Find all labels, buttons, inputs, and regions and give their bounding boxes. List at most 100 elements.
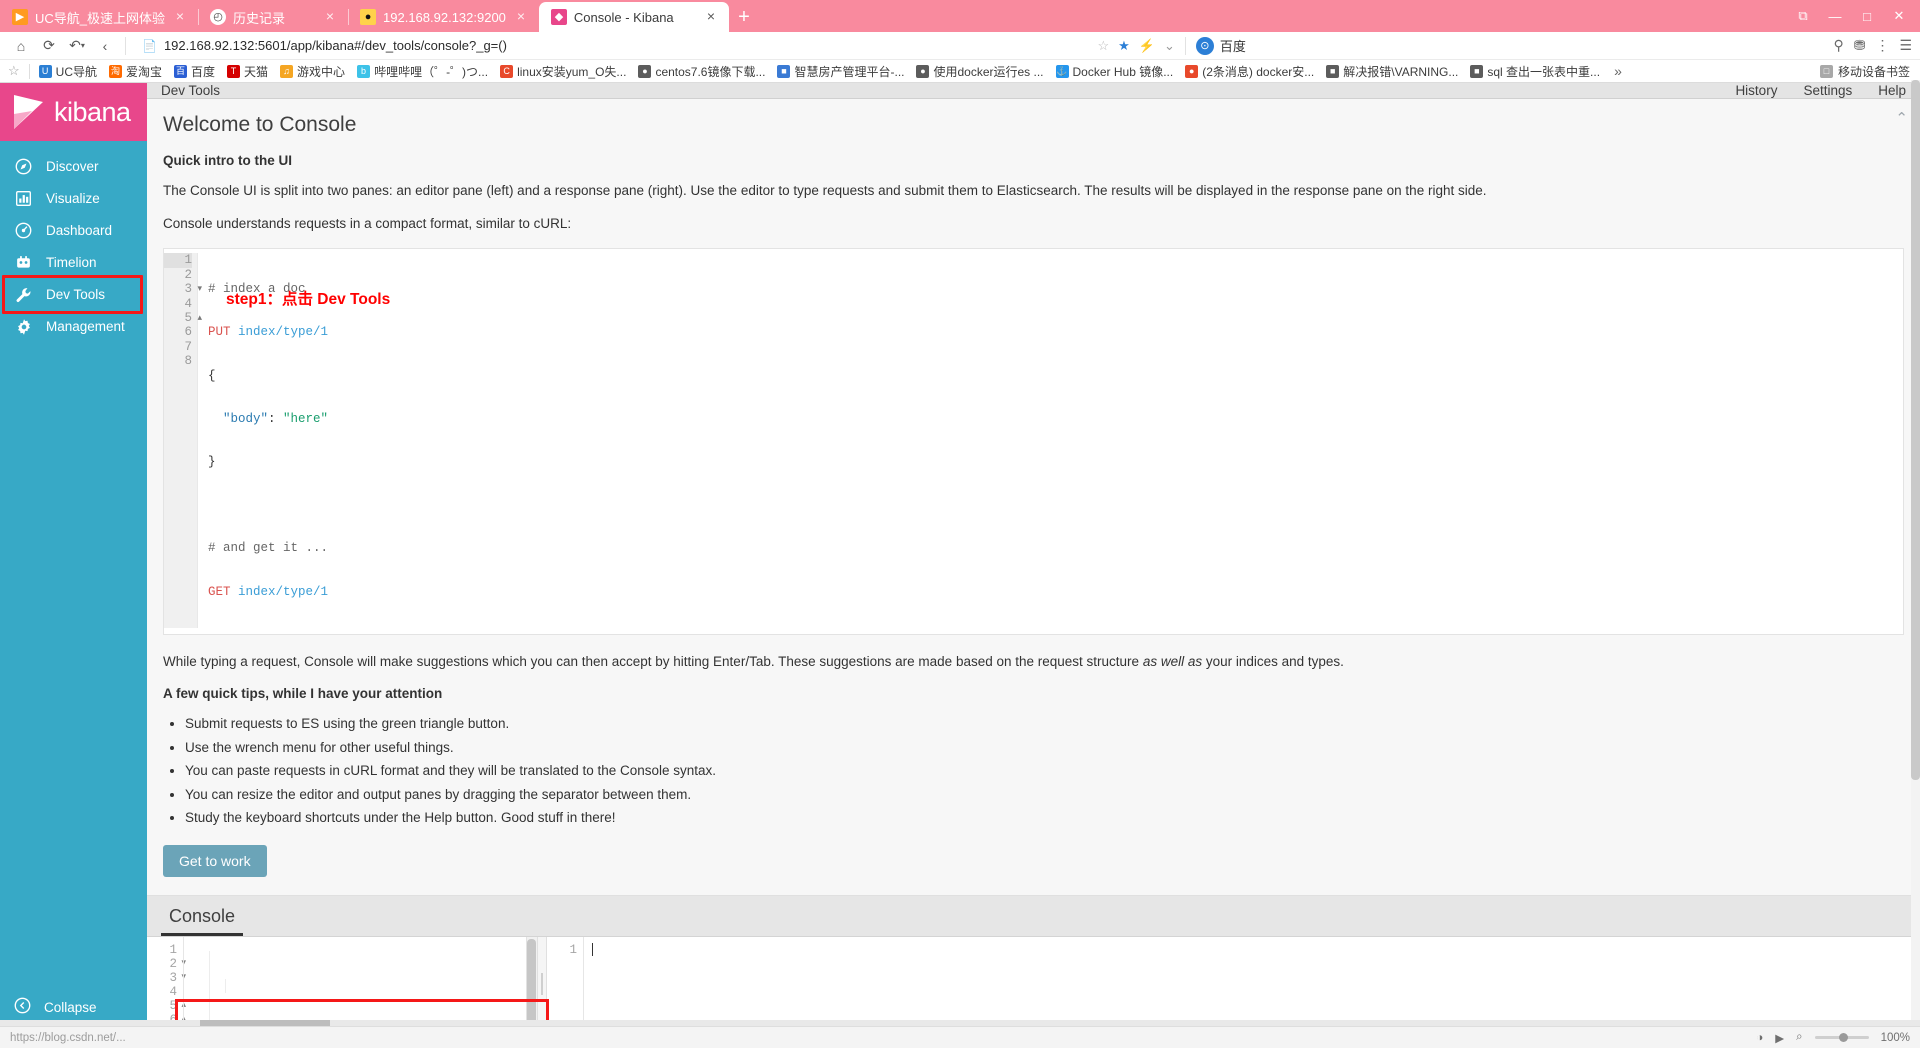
- restore-window-icon[interactable]: ⧉: [1788, 1, 1818, 31]
- lightning-icon[interactable]: ⚡: [1139, 38, 1155, 54]
- sidebar-item-dev-tools[interactable]: Dev Tools: [0, 275, 147, 314]
- menu-icon[interactable]: ☰: [1899, 37, 1912, 54]
- response-code[interactable]: [583, 936, 1920, 1031]
- sidebar-item-timelion[interactable]: Timelion: [0, 247, 147, 278]
- sample-code-block: 1 2 3 ▾ 4 5 ▴ 6 7 8 # index a doc PUT inde…: [163, 248, 1904, 635]
- zoom-slider[interactable]: [1814, 1033, 1869, 1042]
- bookmark-label: 哔哩哔哩（゜-゜)つ...: [374, 64, 489, 79]
- wrench-icon: [14, 285, 33, 304]
- tab-strip: ▶ UC导航_极速上网体验 × ◴ 历史记录 × ● 192.168.92.13…: [0, 0, 759, 32]
- bookmark-item[interactable]: ● 使用docker运行es ...: [910, 61, 1049, 82]
- history-button[interactable]: History: [1735, 83, 1777, 98]
- history-icon: ◴: [210, 9, 227, 25]
- sidebar-item-dashboard[interactable]: Dashboard: [0, 215, 147, 246]
- close-icon[interactable]: ×: [513, 9, 529, 25]
- history-arrow-icon: ↶: [69, 37, 81, 53]
- star-icon[interactable]: ☆: [1097, 38, 1109, 54]
- bookmark-label: 使用docker运行es ...: [933, 64, 1044, 79]
- close-icon[interactable]: ×: [703, 9, 719, 25]
- text-caret: [592, 942, 593, 956]
- browser-tab-history[interactable]: ◴ 历史记录 ×: [198, 2, 348, 32]
- code-token: :: [268, 411, 284, 426]
- history-dropdown-icon[interactable]: ↶ ▾: [64, 34, 90, 58]
- kibana-logo[interactable]: kibana: [0, 83, 147, 141]
- welcome-heading: Welcome to Console: [163, 113, 357, 136]
- kibana-icon: ◆: [550, 9, 567, 25]
- bookmark-item[interactable]: 百百度: [168, 61, 221, 82]
- bookmark-item[interactable]: U UC导航: [33, 61, 103, 82]
- shield-icon[interactable]: ◑: [1756, 1032, 1763, 1044]
- sidebar-item-discover[interactable]: Discover: [0, 151, 147, 182]
- chevron-down-icon[interactable]: ⌄: [1164, 38, 1175, 54]
- help-button[interactable]: Help: [1878, 83, 1906, 98]
- bookmark-label: centos7.6镜像下载...: [655, 64, 766, 79]
- console-editor-pane[interactable]: 1 2▾ 3▾ 4 5▴ 6▴ 7 8 9▾ 10 11 12▴: [147, 936, 537, 1048]
- bookmark-item[interactable]: ● centos7.6镜像下载...: [632, 61, 771, 82]
- bookmark-item[interactable]: Clinux安装yum_O失...: [494, 61, 632, 82]
- browser-tab-elasticsearch[interactable]: ● 192.168.92.132:9200 ×: [348, 2, 539, 32]
- bookmarks-overflow-button[interactable]: »: [1606, 63, 1630, 79]
- console-response-pane[interactable]: 1: [547, 936, 1920, 1031]
- splitter-grip: [541, 972, 543, 995]
- settings-button[interactable]: Settings: [1803, 83, 1852, 98]
- bookmark-item[interactable]: ⚓ Docker Hub 镜像...: [1050, 61, 1180, 82]
- bookmark-item[interactable]: ■ sql 查出一张表中重...: [1464, 61, 1606, 82]
- timelion-icon: [14, 253, 33, 272]
- sidebar-item-label: Management: [46, 319, 125, 334]
- bookmark-icon[interactable]: ★: [1118, 38, 1130, 54]
- code-token: PUT: [208, 325, 239, 340]
- bookmark-star-icon[interactable]: ☆: [6, 63, 26, 79]
- code-token: "here": [283, 411, 329, 426]
- page-scrollbar[interactable]: [1911, 80, 1920, 1026]
- zoom-slider-knob[interactable]: [1838, 1033, 1848, 1042]
- bookmark-item[interactable]: ■ 解决报错\VARNING...: [1320, 61, 1464, 82]
- code-token: index/type/1: [238, 325, 329, 340]
- reload-icon[interactable]: ⟳: [36, 34, 62, 58]
- sidebar-item-management[interactable]: Management: [0, 311, 147, 342]
- mobile-bookmarks-folder[interactable]: □ 移动设备书签: [1819, 63, 1914, 80]
- welcome-paragraph-2: Console understands requests in a compac…: [163, 216, 572, 232]
- tab-console[interactable]: Console: [161, 906, 244, 936]
- browser-tab-uc[interactable]: ▶ UC导航_极速上网体验 ×: [0, 2, 198, 32]
- welcome-collapse-icon[interactable]: ⌃: [1895, 109, 1908, 127]
- toolbar-divider: [125, 36, 126, 55]
- maximize-window-icon[interactable]: □: [1852, 1, 1882, 31]
- paragraph-3-emphasis: as well as: [1142, 653, 1203, 669]
- page-scrollbar-thumb[interactable]: [1911, 80, 1920, 780]
- bookmark-label: sql 查出一张表中重...: [1487, 64, 1601, 79]
- bookmark-item[interactable]: ■ 智慧房产管理平台-...: [771, 61, 910, 82]
- editor-code[interactable]: GET _search { "query": { "match_all": {}…: [183, 936, 537, 1041]
- speaker-icon[interactable]: ▶: [1775, 1031, 1784, 1045]
- bookmark-item[interactable]: ♫ 游戏中心: [274, 61, 351, 82]
- code-token: index/type/1: [238, 584, 329, 599]
- search-engine-selector[interactable]: ⊙ 百度: [1195, 36, 1246, 55]
- close-icon[interactable]: ×: [172, 9, 188, 25]
- close-icon[interactable]: ×: [322, 9, 338, 25]
- bookmark-item[interactable]: T 天猫: [221, 61, 274, 82]
- cart-icon[interactable]: ⛃: [1854, 37, 1866, 54]
- browser-tab-kibana[interactable]: ◆ Console - Kibana ×: [538, 2, 729, 32]
- search-icon[interactable]: ⌕: [1796, 1031, 1802, 1044]
- back-icon[interactable]: ‹: [92, 34, 118, 58]
- sidebar-item-label: Dashboard: [46, 223, 113, 238]
- console-body: 1 2▾ 3▾ 4 5▴ 6▴ 7 8 9▾ 10 11 12▴: [147, 936, 1920, 1048]
- search-icon[interactable]: ⚲: [1833, 37, 1843, 54]
- sidebar-item-visualize[interactable]: Visualize: [0, 183, 147, 214]
- close-window-icon[interactable]: ✕: [1884, 1, 1914, 31]
- new-tab-button[interactable]: +: [729, 2, 759, 32]
- get-to-work-button[interactable]: Get to work: [163, 844, 267, 877]
- bookmark-favicon: ♫: [280, 64, 294, 78]
- bookmark-label: UC导航: [55, 64, 97, 79]
- home-icon[interactable]: ⌂: [8, 34, 34, 58]
- bookmark-item[interactable]: 淘爱淘宝: [103, 61, 168, 82]
- editor-scrollbar[interactable]: [526, 936, 537, 1048]
- kibana-app: kibana Discover Visualize Dashboard Time…: [0, 83, 1920, 1048]
- more-options-icon[interactable]: ⋮: [1875, 37, 1889, 54]
- bookmark-item[interactable]: b 哔哩哔哩（゜-゜)つ...: [351, 61, 494, 82]
- minimize-window-icon[interactable]: —: [1820, 1, 1850, 31]
- bookmark-item[interactable]: ● (2条消息) docker安...: [1179, 61, 1320, 82]
- line-number: 2: [184, 267, 192, 282]
- tab-title: Console - Kibana: [573, 9, 674, 25]
- pane-splitter[interactable]: [537, 936, 547, 1031]
- address-bar[interactable]: page-icon 📄 192.168.92.132:5601/app/kiba…: [133, 35, 1175, 57]
